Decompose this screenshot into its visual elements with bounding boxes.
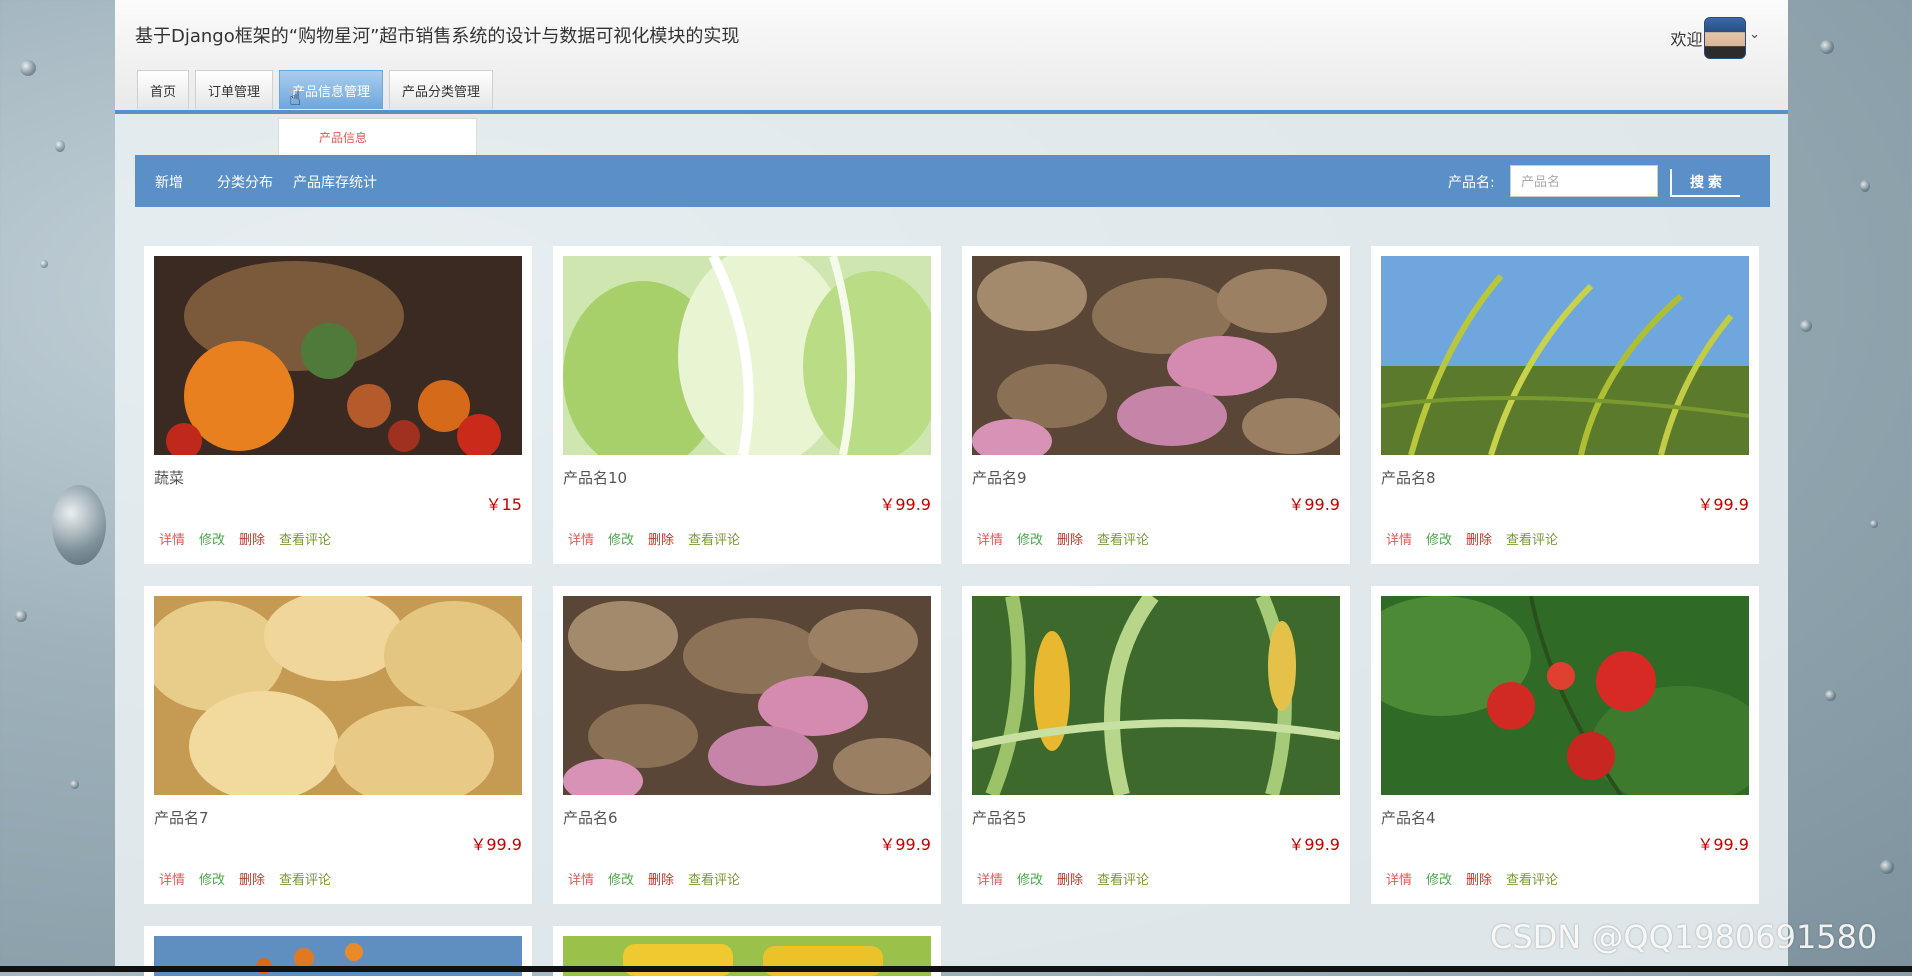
view-comments-link[interactable]: 查看评论 <box>1097 869 1149 888</box>
view-comments-link[interactable]: 查看评论 <box>279 529 331 548</box>
edit-link[interactable]: 修改 <box>608 869 634 888</box>
product-image[interactable] <box>972 596 1340 795</box>
stock-statistics-link[interactable]: 产品库存统计 <box>293 172 377 192</box>
card-actions: 详情 修改 删除 查看评论 <box>568 529 740 548</box>
watermark: CSDN @QQ1980691580 <box>1490 918 1878 956</box>
detail-link[interactable]: 详情 <box>1386 529 1412 548</box>
detail-link[interactable]: 详情 <box>568 529 594 548</box>
tab-orders[interactable]: 订单管理 <box>195 70 274 109</box>
product-price: ￥99.9 <box>879 835 931 854</box>
category-distribution-link[interactable]: 分类分布 <box>217 172 273 192</box>
edit-link[interactable]: 修改 <box>199 869 225 888</box>
product-card: 产品名9 ￥99.9 详情 修改 删除 查看评论 <box>962 246 1350 564</box>
product-card: 产品名10 ￥99.9 详情 修改 删除 查看评论 <box>553 246 941 564</box>
product-image[interactable] <box>563 596 931 795</box>
nav-tabs: 首页 订单管理 产品信息管理 产品分类管理 <box>137 70 494 110</box>
delete-link[interactable]: 删除 <box>1057 529 1083 548</box>
card-actions: 详情 修改 删除 查看评论 <box>159 869 331 888</box>
detail-link[interactable]: 详情 <box>568 869 594 888</box>
product-name: 产品名6 <box>563 809 618 827</box>
product-price: ￥99.9 <box>470 835 522 854</box>
search-label: 产品名: <box>1448 175 1495 191</box>
detail-link[interactable]: 详情 <box>1386 869 1412 888</box>
product-card: 产品名5 ￥99.9 详情 修改 删除 查看评论 <box>962 586 1350 904</box>
product-card: 蔬菜 ￥15 详情 修改 删除 查看评论 <box>144 246 532 564</box>
product-name: 产品名7 <box>154 809 209 827</box>
product-price: ￥99.9 <box>1697 835 1749 854</box>
view-comments-link[interactable]: 查看评论 <box>688 869 740 888</box>
delete-link[interactable]: 删除 <box>1466 529 1492 548</box>
delete-link[interactable]: 删除 <box>1057 869 1083 888</box>
tab-home[interactable]: 首页 <box>137 70 190 109</box>
product-image[interactable] <box>154 256 522 455</box>
product-card: 产品名8 ￥99.9 详情 修改 删除 查看评论 <box>1371 246 1759 564</box>
product-price: ￥99.9 <box>1697 495 1749 514</box>
view-comments-link[interactable]: 查看评论 <box>1097 529 1149 548</box>
product-price: ￥99.9 <box>1288 495 1340 514</box>
toolbar: 新增 分类分布 产品库存统计 产品名: 搜 索 <box>135 155 1770 207</box>
card-actions: 详情 修改 删除 查看评论 <box>1386 869 1558 888</box>
edit-link[interactable]: 修改 <box>1426 529 1452 548</box>
card-actions: 详情 修改 删除 查看评论 <box>159 529 331 548</box>
edit-link[interactable]: 修改 <box>1017 529 1043 548</box>
delete-link[interactable]: 删除 <box>1466 869 1492 888</box>
chevron-down-icon[interactable]: ⌄ <box>1749 27 1760 42</box>
card-actions: 详情 修改 删除 查看评论 <box>977 529 1149 548</box>
delete-link[interactable]: 删除 <box>648 529 674 548</box>
card-actions: 详情 修改 删除 查看评论 <box>1386 529 1558 548</box>
avatar[interactable] <box>1704 17 1746 59</box>
product-name: 产品名5 <box>972 809 1027 827</box>
detail-link[interactable]: 详情 <box>159 529 185 548</box>
bottom-bar <box>0 966 1912 972</box>
product-image[interactable] <box>1381 596 1749 795</box>
delete-link[interactable]: 删除 <box>239 869 265 888</box>
product-image[interactable] <box>1381 256 1749 455</box>
detail-link[interactable]: 详情 <box>159 869 185 888</box>
product-name: 产品名10 <box>563 469 628 487</box>
view-comments-link[interactable]: 查看评论 <box>1506 529 1558 548</box>
edit-link[interactable]: 修改 <box>199 529 225 548</box>
product-name: 蔬菜 <box>154 469 185 487</box>
product-name: 产品名9 <box>972 469 1027 487</box>
mouse-cursor-icon: ☝ <box>289 86 302 110</box>
card-actions: 详情 修改 删除 查看评论 <box>568 869 740 888</box>
view-comments-link[interactable]: 查看评论 <box>688 529 740 548</box>
view-comments-link[interactable]: 查看评论 <box>1506 869 1558 888</box>
product-price: ￥99.9 <box>879 495 931 514</box>
product-card: 产品名6 ￥99.9 详情 修改 删除 查看评论 <box>553 586 941 904</box>
delete-link[interactable]: 删除 <box>648 869 674 888</box>
detail-link[interactable]: 详情 <box>977 869 1003 888</box>
page-title: 基于Django框架的“购物星河”超市销售系统的设计与数据可视化模块的实现 <box>135 26 740 47</box>
main-container: 基于Django框架的“购物星河”超市销售系统的设计与数据可视化模块的实现 欢迎… <box>115 0 1788 976</box>
search-button[interactable]: 搜 索 <box>1670 169 1740 197</box>
product-price: ￥15 <box>485 495 522 514</box>
edit-link[interactable]: 修改 <box>608 529 634 548</box>
product-name: 产品名8 <box>1381 469 1436 487</box>
edit-link[interactable]: 修改 <box>1426 869 1452 888</box>
edit-link[interactable]: 修改 <box>1017 869 1043 888</box>
tab-product-category[interactable]: 产品分类管理 <box>389 70 494 109</box>
add-button[interactable]: 新增 <box>155 172 183 192</box>
detail-link[interactable]: 详情 <box>977 529 1003 548</box>
product-card: 产品名4 ￥99.9 详情 修改 删除 查看评论 <box>1371 586 1759 904</box>
product-image[interactable] <box>563 256 931 455</box>
dropdown-product-info[interactable]: 产品信息 <box>278 118 477 156</box>
app-header: 基于Django框架的“购物星河”超市销售系统的设计与数据可视化模块的实现 欢迎… <box>115 0 1788 114</box>
delete-link[interactable]: 删除 <box>239 529 265 548</box>
search-input[interactable] <box>1510 165 1658 197</box>
product-image[interactable] <box>154 596 522 795</box>
product-price: ￥99.9 <box>1288 835 1340 854</box>
product-name: 产品名4 <box>1381 809 1436 827</box>
card-actions: 详情 修改 删除 查看评论 <box>977 869 1149 888</box>
view-comments-link[interactable]: 查看评论 <box>279 869 331 888</box>
product-card: 产品名7 ￥99.9 详情 修改 删除 查看评论 <box>144 586 532 904</box>
product-image[interactable] <box>972 256 1340 455</box>
